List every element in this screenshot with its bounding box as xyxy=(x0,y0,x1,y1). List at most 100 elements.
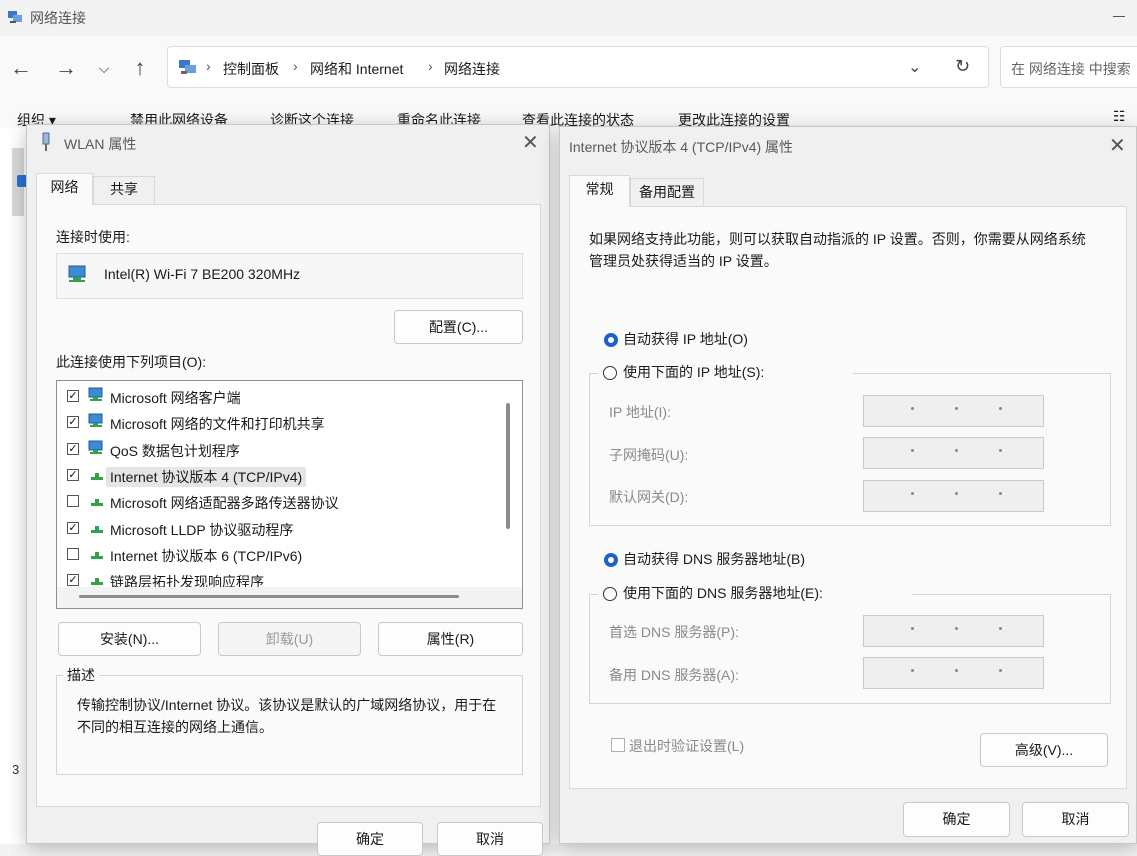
items-label: 此连接使用下列项目(O): xyxy=(56,354,207,370)
tab-general[interactable]: 常规 xyxy=(569,175,630,207)
default-gateway-field[interactable] xyxy=(863,480,1044,512)
breadcrumb-network-connections[interactable]: 网络连接 xyxy=(444,59,500,79)
adapter-box: Intel(R) Wi-Fi 7 BE200 320MHz xyxy=(56,253,523,299)
tab-alternate-config[interactable]: 备用配置 xyxy=(630,178,704,207)
tab-network[interactable]: 网络 xyxy=(36,173,93,205)
wlan-properties-dialog: WLAN 属性 ✕ 网络 共享 连接时使用: Intel(R) Wi-Fi 7 … xyxy=(26,124,550,856)
network-tab-panel: 连接时使用: Intel(R) Wi-Fi 7 BE200 320MHz 配置(… xyxy=(36,204,541,807)
vertical-scrollbar[interactable] xyxy=(506,403,510,529)
back-arrow-icon[interactable]: ← xyxy=(6,53,36,83)
subnet-mask-field[interactable] xyxy=(863,437,1044,469)
view-options-icon[interactable]: ☷ xyxy=(1113,108,1126,125)
control-panel-icon xyxy=(179,60,196,74)
breadcrumb-control-panel[interactable]: 控制面板 xyxy=(223,59,279,79)
breadcrumb-chevron-icon[interactable]: › xyxy=(428,58,433,74)
network-connections-icon xyxy=(8,11,22,23)
ip-address-label: IP 地址(I): xyxy=(609,404,671,420)
minimize-button[interactable] xyxy=(1113,16,1125,17)
item-label: Internet 协议版本 4 (TCP/IPv4) xyxy=(106,466,307,487)
tab-sharing[interactable]: 共享 xyxy=(93,176,155,205)
network-client-icon xyxy=(88,413,103,428)
subnet-mask-label: 子网掩码(U): xyxy=(609,447,689,463)
item-checkbox[interactable]: ✓ xyxy=(67,416,79,429)
auto-ip-label[interactable]: 自动获得 IP 地址(O) xyxy=(623,329,748,349)
protocol-icon xyxy=(91,551,103,559)
preferred-dns-label: 首选 DNS 服务器(P): xyxy=(609,624,739,640)
up-arrow-icon[interactable]: ↑ xyxy=(125,53,155,83)
wlan-dialog-title: WLAN 属性 xyxy=(64,136,137,152)
recent-chevron-icon[interactable]: ⌵ xyxy=(89,53,119,83)
validate-checkbox[interactable] xyxy=(611,738,625,752)
breadcrumb-network-internet[interactable]: 网络和 Internet xyxy=(310,59,403,79)
search-box[interactable]: 在 网络连接 中搜索 xyxy=(1000,46,1137,88)
item-label: Internet 协议版本 6 (TCP/IPv6) xyxy=(110,547,303,564)
auto-ip-radio[interactable] xyxy=(604,333,618,347)
item-label: Microsoft 网络客户端 xyxy=(110,390,241,406)
search-placeholder: 在 网络连接 中搜索 xyxy=(1011,61,1131,77)
cancel-button[interactable]: 取消 xyxy=(437,822,543,856)
list-item[interactable]: ✓ QoS 数据包计划程序 xyxy=(57,437,497,461)
list-item[interactable]: Microsoft 网络适配器多路传送器协议 xyxy=(57,489,497,513)
protocol-icon xyxy=(91,499,103,507)
item-checkbox[interactable]: ✓ xyxy=(67,521,79,534)
item-label: Microsoft 网络的文件和打印机共享 xyxy=(110,416,325,433)
auto-dns-radio[interactable] xyxy=(604,553,618,567)
list-item[interactable]: ✓ Microsoft 网络的文件和打印机共享 xyxy=(57,410,497,434)
forward-arrow-icon[interactable]: → xyxy=(51,53,81,83)
protocol-icon xyxy=(91,472,103,480)
components-list[interactable]: ✓ Microsoft 网络客户端 ✓ Microsoft 网络的文件和打印机共享 ✓ Q… xyxy=(56,380,523,609)
auto-dns-label[interactable]: 自动获得 DNS 服务器地址(B) xyxy=(623,549,805,569)
close-icon[interactable]: ✕ xyxy=(1109,136,1126,156)
item-checkbox[interactable]: ✓ xyxy=(67,442,79,455)
item-checkbox[interactable]: ✓ xyxy=(67,468,79,481)
manual-ip-label[interactable]: 使用下面的 IP 地址(S): xyxy=(623,362,764,382)
intro-text: 如果网络支持此功能，则可以获取自动指派的 IP 设置。否则，你需要从网络系统管理… xyxy=(589,231,1086,269)
list-item[interactable]: Internet 协议版本 6 (TCP/IPv6) xyxy=(57,542,497,566)
network-client-icon xyxy=(88,440,103,454)
description-title: 描述 xyxy=(63,665,99,685)
close-icon[interactable]: ✕ xyxy=(522,133,539,153)
item-checkbox[interactable]: ✓ xyxy=(67,390,79,402)
description-text: 传输控制协议/Internet 协议。该协议是默认的广域网络协议，用于在不同的相… xyxy=(77,697,497,735)
ok-button[interactable]: 确定 xyxy=(317,822,423,856)
ok-button[interactable]: 确定 xyxy=(903,802,1010,837)
install-button[interactable]: 安装(N)... xyxy=(58,622,201,656)
protocol-icon xyxy=(91,578,103,586)
validate-label[interactable]: 退出时验证设置(L) xyxy=(629,736,744,756)
item-checkbox[interactable] xyxy=(67,547,79,560)
ipv4-dialog-title: Internet 协议版本 4 (TCP/IPv4) 属性 xyxy=(569,139,794,155)
list-item[interactable]: ✓ Microsoft LLDP 协议驱动程序 xyxy=(57,516,497,540)
manual-ip-radio[interactable] xyxy=(603,366,617,380)
item-label: Microsoft 网络适配器多路传送器协议 xyxy=(110,495,339,512)
adapter-title-icon xyxy=(42,132,50,151)
network-client-icon xyxy=(88,387,103,401)
horizontal-scrollbar[interactable] xyxy=(79,595,459,598)
general-tab-panel: 如果网络支持此功能，则可以获取自动指派的 IP 设置。否则，你需要从网络系统管理… xyxy=(569,206,1127,789)
preferred-dns-field[interactable] xyxy=(863,615,1044,647)
item-checkbox[interactable] xyxy=(67,495,79,508)
window-title: 网络连接 xyxy=(30,10,86,26)
advanced-button[interactable]: 高级(V)... xyxy=(980,733,1108,767)
breadcrumb-chevron-icon[interactable]: › xyxy=(293,58,298,74)
connect-using-label: 连接时使用: xyxy=(56,229,130,245)
configure-button[interactable]: 配置(C)... xyxy=(394,310,523,344)
breadcrumb-chevron-icon[interactable]: › xyxy=(206,58,211,74)
uninstall-button[interactable]: 卸载(U) xyxy=(218,622,361,656)
manual-dns-radio[interactable] xyxy=(603,587,617,601)
list-item[interactable]: ✓ Microsoft 网络客户端 xyxy=(57,384,497,408)
alternate-dns-label: 备用 DNS 服务器(A): xyxy=(609,667,739,683)
item-checkbox[interactable]: ✓ xyxy=(67,574,79,587)
manual-dns-label[interactable]: 使用下面的 DNS 服务器地址(E): xyxy=(623,583,823,603)
address-bar[interactable]: › 控制面板 › 网络和 Internet › 网络连接 ⌄ ↻ xyxy=(167,46,989,88)
properties-button[interactable]: 属性(R) xyxy=(378,622,523,656)
item-count: 3 xyxy=(12,762,20,777)
alternate-dns-field[interactable] xyxy=(863,657,1044,689)
ipv4-properties-dialog: Internet 协议版本 4 (TCP/IPv4) 属性 ✕ 常规 备用配置 … xyxy=(559,126,1137,844)
item-label: QoS 数据包计划程序 xyxy=(110,442,240,459)
default-gateway-label: 默认网关(D): xyxy=(609,489,689,505)
address-dropdown-icon[interactable]: ⌄ xyxy=(908,57,921,77)
refresh-icon[interactable]: ↻ xyxy=(955,56,970,77)
cancel-button[interactable]: 取消 xyxy=(1022,802,1129,837)
ip-address-field[interactable] xyxy=(863,395,1044,427)
list-item[interactable]: ✓ Internet 协议版本 4 (TCP/IPv4) xyxy=(57,463,497,487)
